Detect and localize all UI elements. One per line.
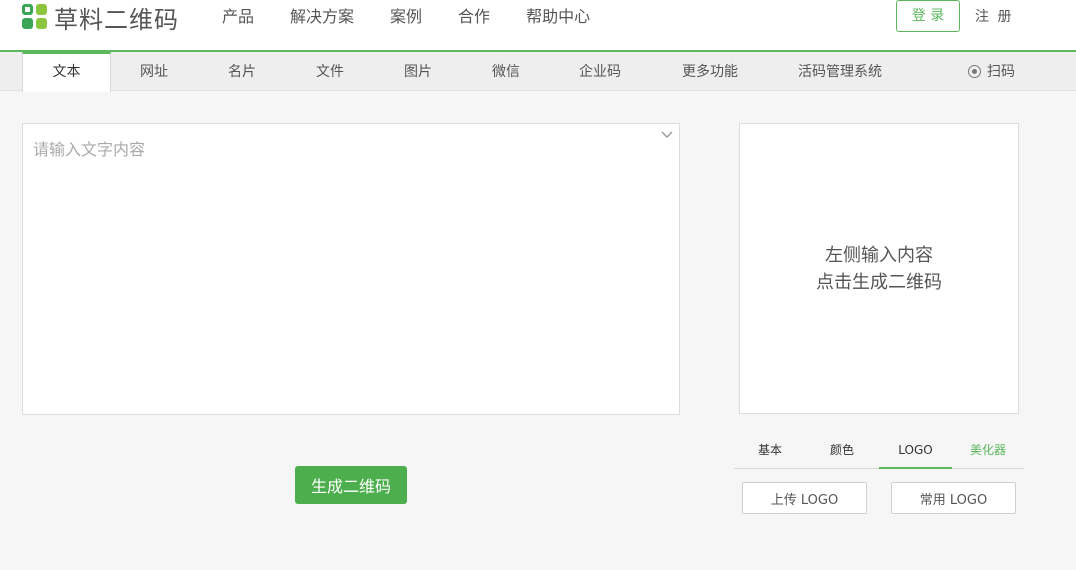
upload-logo-button[interactable]: 上传 LOGO bbox=[742, 482, 867, 514]
style-tab-logo[interactable]: LOGO bbox=[879, 432, 952, 469]
style-tab-color[interactable]: 颜色 bbox=[806, 432, 878, 469]
tab-enterprise-code[interactable]: 企业码 bbox=[552, 52, 648, 91]
scan-button[interactable]: 扫码 bbox=[968, 52, 1015, 91]
brand-logo[interactable]: 草料二维码 bbox=[22, 3, 179, 34]
style-tab-beautifier[interactable]: 美化器 bbox=[952, 432, 1024, 469]
top-header: 草料二维码 产品 解决方案 案例 合作 帮助中心 登 录 注 册 bbox=[0, 0, 1076, 52]
generate-qr-button[interactable]: 生成二维码 bbox=[295, 466, 407, 504]
chevron-down-icon[interactable] bbox=[661, 129, 673, 141]
main-nav: 产品 解决方案 案例 合作 帮助中心 bbox=[222, 6, 626, 28]
text-content-input[interactable] bbox=[22, 123, 680, 415]
brand-name: 草料二维码 bbox=[54, 5, 179, 34]
tab-more-features[interactable]: 更多功能 bbox=[662, 52, 758, 91]
style-tab-basic[interactable]: 基本 bbox=[734, 432, 806, 469]
tab-image[interactable]: 图片 bbox=[376, 52, 460, 91]
tab-vcard[interactable]: 名片 bbox=[200, 52, 284, 91]
nav-item-products[interactable]: 产品 bbox=[222, 6, 254, 28]
tab-text[interactable]: 文本 bbox=[22, 52, 111, 92]
tab-url[interactable]: 网址 bbox=[112, 52, 196, 91]
tab-live-code-system[interactable]: 活码管理系统 bbox=[780, 52, 900, 91]
nav-item-cases[interactable]: 案例 bbox=[390, 6, 422, 28]
qr-preview-panel: 左侧输入内容 点击生成二维码 bbox=[739, 123, 1019, 414]
type-tab-bar: 文本 网址 名片 文件 图片 微信 企业码 更多功能 活码管理系统 扫码 bbox=[0, 52, 1076, 92]
preview-hint-line1: 左侧输入内容 bbox=[825, 244, 933, 266]
tab-wechat[interactable]: 微信 bbox=[464, 52, 548, 91]
common-logo-button[interactable]: 常用 LOGO bbox=[891, 482, 1016, 514]
style-tab-bar: 基本 颜色 LOGO 美化器 bbox=[734, 432, 1024, 469]
nav-item-cooperation[interactable]: 合作 bbox=[458, 6, 490, 28]
qr-logo-icon bbox=[22, 4, 48, 30]
scan-label: 扫码 bbox=[987, 63, 1015, 80]
preview-hint-line2: 点击生成二维码 bbox=[816, 271, 942, 293]
nav-item-help[interactable]: 帮助中心 bbox=[526, 6, 590, 28]
login-button[interactable]: 登 录 bbox=[896, 0, 960, 32]
tab-file[interactable]: 文件 bbox=[288, 52, 372, 91]
register-link[interactable]: 注 册 bbox=[975, 6, 1013, 26]
nav-item-solutions[interactable]: 解决方案 bbox=[290, 6, 354, 28]
scan-icon bbox=[968, 65, 981, 78]
